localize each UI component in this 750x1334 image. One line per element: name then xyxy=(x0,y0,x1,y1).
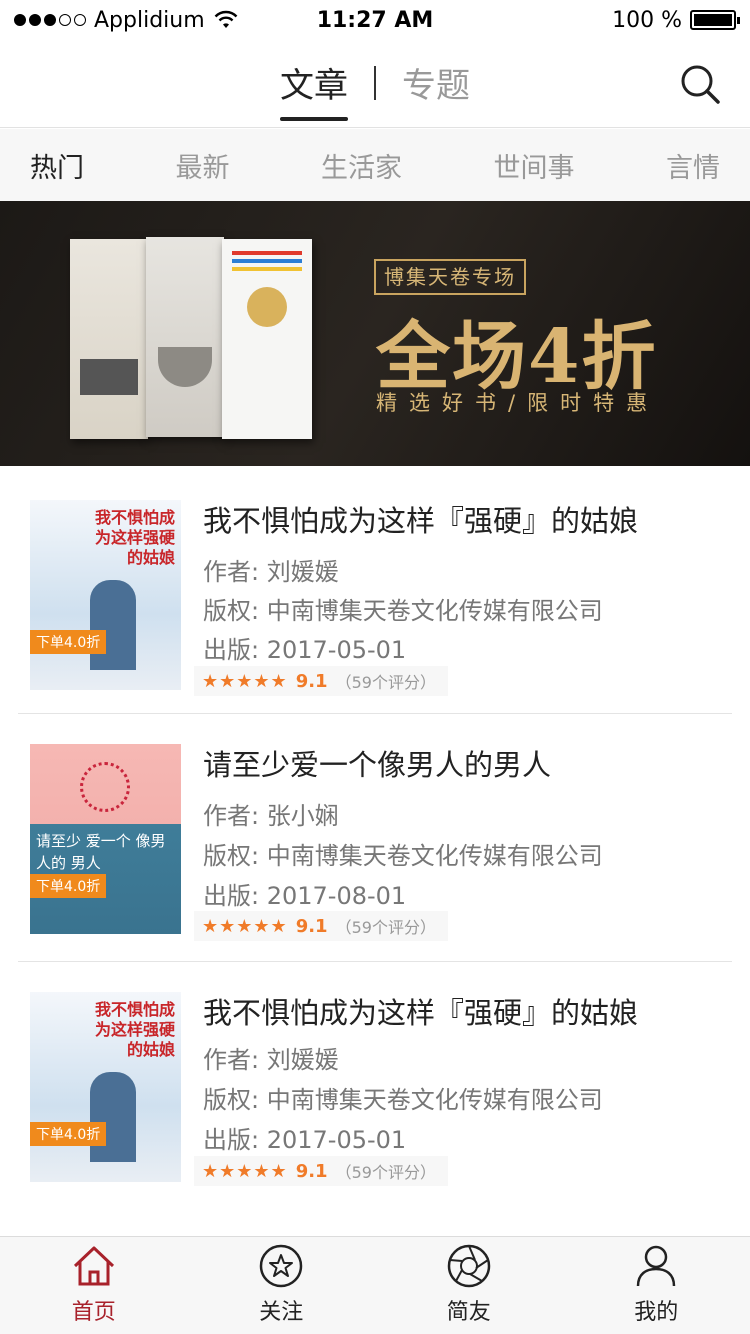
star-icon xyxy=(260,1244,303,1288)
home-icon xyxy=(73,1246,114,1286)
rating-row: ★★★★★ 9.1 （59个评分） xyxy=(194,911,448,941)
aperture-icon xyxy=(447,1244,490,1288)
tab-label: 我的 xyxy=(634,1300,679,1325)
book-published: 出版: 2017-05-01 xyxy=(203,1126,407,1154)
rating-row: ★★★★★ 9.1 （59个评分） xyxy=(194,666,448,696)
carrier-label: Applidium xyxy=(94,7,205,33)
book-title: 我不惧怕成为这样『强硬』的姑娘 xyxy=(203,996,639,1030)
tab-label: 首页 xyxy=(71,1300,116,1325)
category-latest[interactable]: 最新 xyxy=(176,146,230,185)
discount-badge: 下单4.0折 xyxy=(30,874,107,898)
rating-row: ★★★★★ 9.1 （59个评分） xyxy=(194,1156,448,1186)
signal-icon xyxy=(14,14,86,26)
status-left: Applidium xyxy=(14,8,239,33)
banner-tag: 博集天卷专场 xyxy=(374,259,526,295)
rating-stars: ★★★★★ xyxy=(202,1160,288,1182)
discount-badge: 下单4.0折 xyxy=(30,630,107,654)
search-icon[interactable] xyxy=(678,62,722,106)
user-icon xyxy=(637,1245,676,1287)
category-bar: 热门 最新 生活家 世间事 言情 xyxy=(0,129,750,201)
list-item[interactable]: 我不惧怕成为这样强硬的姑娘 下单4.0折 我不惧怕成为这样『强硬』的姑娘 作者:… xyxy=(0,962,750,1210)
category-hot[interactable]: 热门 xyxy=(30,146,84,185)
book-cover: 请至少 爱一个 像男人的 男人 下单4.0折 xyxy=(30,744,181,934)
banner-book-cover xyxy=(222,239,312,439)
rating-score: 9.1 xyxy=(295,1160,328,1182)
category-world[interactable]: 世间事 xyxy=(494,146,575,185)
book-author: 作者: 刘媛媛 xyxy=(203,1046,339,1074)
header-tabs: 文章 专题 xyxy=(0,58,750,121)
list-item[interactable]: 请至少 爱一个 像男人的 男人 下单4.0折 请至少爱一个像男人的男人 作者: … xyxy=(0,714,750,962)
tab-home[interactable]: 首页 xyxy=(0,1237,188,1334)
battery-icon xyxy=(690,10,740,30)
book-published: 出版: 2017-08-01 xyxy=(203,882,407,910)
book-copyright: 版权: 中南博集天卷文化传媒有限公司 xyxy=(203,842,603,870)
book-published: 出版: 2017-05-01 xyxy=(203,636,407,664)
status-right: 100 % xyxy=(612,7,740,33)
book-cover: 我不惧怕成为这样强硬的姑娘 下单4.0折 xyxy=(30,992,181,1182)
tab-follow[interactable]: 关注 xyxy=(188,1237,376,1334)
cover-title: 我不惧怕成为这样强硬的姑娘 xyxy=(94,508,175,567)
rating-score: 9.1 xyxy=(295,670,328,692)
banner-book-cover xyxy=(70,239,148,439)
banner-book-cover xyxy=(146,237,224,437)
book-cover: 我不惧怕成为这样强硬的姑娘 下单4.0折 xyxy=(30,500,181,690)
rating-stars: ★★★★★ xyxy=(202,915,288,937)
rating-count: （59个评分） xyxy=(335,918,436,937)
promo-banner[interactable]: 博集天卷专场 全场4折 精选好书/限时特惠 xyxy=(0,201,750,466)
tab-topics[interactable]: 专题 xyxy=(402,58,470,121)
tab-label: 简友 xyxy=(446,1300,491,1325)
rating-score: 9.1 xyxy=(295,915,328,937)
rating-stars: ★★★★★ xyxy=(202,670,288,692)
book-title: 请至少爱一个像男人的男人 xyxy=(203,748,552,782)
book-author: 作者: 刘媛媛 xyxy=(203,558,339,586)
cover-title: 我不惧怕成为这样强硬的姑娘 xyxy=(94,1000,175,1059)
book-title: 我不惧怕成为这样『强硬』的姑娘 xyxy=(203,504,639,538)
wifi-icon xyxy=(214,10,238,28)
tab-friends[interactable]: 简友 xyxy=(375,1237,563,1334)
tab-articles[interactable]: 文章 xyxy=(280,58,348,121)
nav-header: 文章 专题 xyxy=(0,40,750,128)
status-bar: Applidium 11:27 AM 100 % xyxy=(0,0,750,40)
tab-divider xyxy=(374,65,376,100)
rating-count: （59个评分） xyxy=(335,1163,436,1182)
tab-profile[interactable]: 我的 xyxy=(563,1237,750,1334)
rating-count: （59个评分） xyxy=(335,673,436,692)
discount-badge: 下单4.0折 xyxy=(30,1122,107,1146)
category-lifestyle[interactable]: 生活家 xyxy=(321,146,402,185)
book-copyright: 版权: 中南博集天卷文化传媒有限公司 xyxy=(203,1086,603,1114)
book-copyright: 版权: 中南博集天卷文化传媒有限公司 xyxy=(203,597,603,625)
list-item[interactable]: 我不惧怕成为这样强硬的姑娘 下单4.0折 我不惧怕成为这样『强硬』的姑娘 作者:… xyxy=(0,466,750,714)
battery-label: 100 % xyxy=(612,7,682,33)
banner-subtitle: 精选好书/限时特惠 xyxy=(376,391,660,415)
bottom-tab-bar: 首页 关注 简友 我的 xyxy=(0,1236,750,1334)
book-author: 作者: 张小娴 xyxy=(203,802,339,830)
category-romance[interactable]: 言情 xyxy=(666,146,720,185)
cover-title: 请至少 爱一个 像男人的 男人 xyxy=(36,832,166,872)
tab-label: 关注 xyxy=(259,1300,304,1325)
